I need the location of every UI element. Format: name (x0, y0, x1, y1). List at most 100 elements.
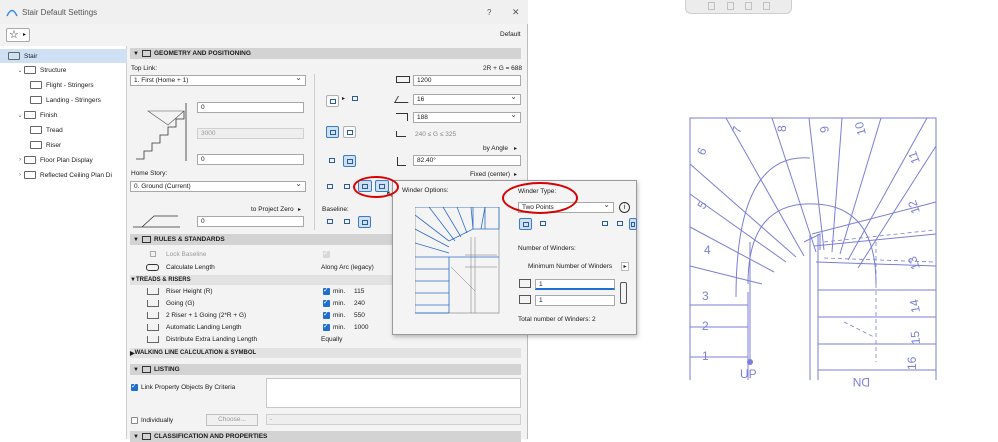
min-label: min. (333, 288, 346, 295)
winder-start-input[interactable]: 1 (535, 279, 615, 290)
info-icon[interactable]: i (619, 202, 630, 213)
highlight-oval-winder-button (353, 176, 399, 198)
tree-item-riser[interactable]: Riser (0, 138, 127, 152)
baseline-right-button[interactable] (358, 216, 371, 228)
winder-edge-2-button[interactable] (614, 218, 627, 230)
favorites-button[interactable]: ☆ ▸ (6, 28, 30, 42)
going-label: Going (G) (166, 300, 195, 307)
top-link-label: Top Link: (131, 65, 158, 72)
tree-item-structure[interactable]: ⌄ Structure (0, 63, 127, 77)
total-winders-label: Total number of Winders: 2 (518, 316, 596, 323)
floating-toolbar-window (685, 0, 792, 14)
chevron-right-icon[interactable]: ▸ (298, 206, 301, 213)
tree-item-reflected-ceiling[interactable]: › Reflected Ceiling Plan Di (0, 168, 127, 182)
tree-label: Reflected Ceiling Plan Di (40, 171, 112, 179)
section-title: RULES & STANDARDS (154, 236, 225, 243)
winder-end-input[interactable]: 1 (535, 295, 615, 306)
stair-number-label: 2 (702, 319, 709, 333)
walking-line-header[interactable]: ▶ WALKING LINE CALCULATION & SYMBOL (130, 348, 521, 358)
landing-type-button[interactable] (324, 181, 337, 193)
riser-mode-button[interactable] (326, 95, 339, 107)
riser-height-select[interactable]: 188 (413, 112, 521, 123)
angle-lock-button[interactable] (343, 155, 356, 167)
winder-start-icon (519, 279, 531, 288)
project-zero-icon (133, 215, 180, 228)
two-riser-value[interactable]: 550 (354, 312, 365, 319)
home-story-select[interactable]: 0. Ground (Current) (130, 181, 306, 192)
project-zero-input[interactable]: 0 (197, 216, 304, 227)
going-checkbox[interactable] (323, 298, 330, 307)
baseline-label: Baseline: (322, 206, 349, 213)
link-criteria-checkbox[interactable] (131, 382, 138, 391)
winder-preview-diagram (415, 207, 500, 314)
section-title: GEOMETRY AND POSITIONING (154, 50, 251, 57)
help-button[interactable]: ? (487, 8, 491, 17)
landing-length-checkbox[interactable] (323, 322, 330, 331)
stair-section-diagram (136, 103, 187, 161)
tree-item-finish[interactable]: ⌄ Finish (0, 108, 127, 122)
stair-number-label: 5 (694, 198, 710, 211)
distribute-value[interactable]: Equally (321, 336, 342, 343)
riser-height-value[interactable]: 115 (354, 288, 364, 295)
chevron-right-icon[interactable]: ▸ (342, 95, 345, 102)
risers-select[interactable]: 16 (413, 94, 521, 105)
winder-end-icon (519, 295, 531, 304)
tool-icon[interactable] (745, 2, 752, 10)
riser-height-checkbox[interactable] (323, 286, 330, 295)
winder-edge-1-button[interactable] (599, 218, 612, 230)
going-mode-button[interactable] (343, 126, 356, 138)
going-value[interactable]: 240 (354, 300, 365, 307)
home-story-label: Home Story: (131, 170, 168, 177)
individually-checkbox[interactable] (131, 417, 138, 424)
winder-dist-1-button[interactable] (519, 218, 532, 230)
choose-button[interactable]: Choose... (206, 414, 258, 426)
lock-going-button[interactable] (326, 126, 339, 138)
criteria-list[interactable] (266, 378, 521, 408)
chevron-right-icon[interactable]: ▸ (514, 145, 517, 152)
chevron-right-icon[interactable]: ▸ (621, 262, 629, 271)
tree-item-tread[interactable]: Tread (0, 123, 127, 137)
stair-icon (8, 52, 20, 60)
tool-icon[interactable] (763, 2, 770, 10)
winder-dist-2-button[interactable] (537, 218, 550, 230)
tree-item-landing-stringers[interactable]: Landing - Stringers (0, 93, 127, 107)
width-input[interactable]: 1200 (413, 75, 521, 86)
divider (314, 74, 315, 230)
turn-button[interactable] (326, 155, 339, 167)
offset-top-input[interactable]: 0 (197, 102, 304, 113)
winder-edge-3-button[interactable] (629, 218, 637, 230)
window-title: Stair Default Settings (22, 8, 98, 17)
offset-bottom-input[interactable]: 0 (197, 154, 304, 165)
tool-icon[interactable] (727, 2, 734, 10)
geometry-icon (142, 50, 151, 57)
landing-length-value[interactable]: 1000 (354, 324, 368, 331)
close-button[interactable]: ✕ (512, 7, 520, 18)
landing-length-label: Automatic Landing Length (166, 324, 242, 331)
chain-link-icon[interactable] (620, 282, 627, 304)
baseline-center-button[interactable] (341, 216, 354, 228)
baseline-left-button[interactable] (324, 216, 337, 228)
top-link-select[interactable]: 1. First (Home + 1) (130, 75, 306, 86)
riser-alt-button[interactable] (349, 93, 362, 105)
listing-section-header[interactable]: ▼ LISTING (130, 364, 521, 375)
individually-label: Individually (141, 417, 174, 424)
stair-number-label: 10 (852, 120, 869, 137)
number-of-winders-label: Number of Winders: (518, 245, 576, 252)
stringer-icon (30, 96, 42, 104)
calculate-length-value[interactable]: Along Arc (legacy) (321, 264, 374, 271)
angle-input[interactable]: 82.40° (413, 155, 521, 166)
two-riser-checkbox[interactable] (323, 310, 330, 319)
going-icon (147, 300, 159, 307)
tree-item-stair[interactable]: Stair (0, 49, 127, 63)
title-bar: Stair Default Settings ? ✕ (0, 0, 528, 24)
geometry-section-header[interactable]: ▼ GEOMETRY AND POSITIONING (130, 48, 521, 59)
tree-item-floor-plan-display[interactable]: › Floor Plan Display (0, 153, 127, 167)
stair-number-label: 9 (817, 125, 832, 134)
preset-label: Default (500, 31, 521, 38)
min-label: min. (333, 324, 346, 331)
classification-section-header[interactable]: ▼ CLASSIFICATION AND PROPERTIES (130, 431, 521, 442)
tool-icon[interactable] (708, 2, 715, 10)
chevron-right-icon[interactable]: ▸ (514, 171, 517, 178)
tree-label: Stair (24, 52, 38, 60)
tree-item-flight-stringers[interactable]: Flight - Stringers (0, 78, 127, 92)
